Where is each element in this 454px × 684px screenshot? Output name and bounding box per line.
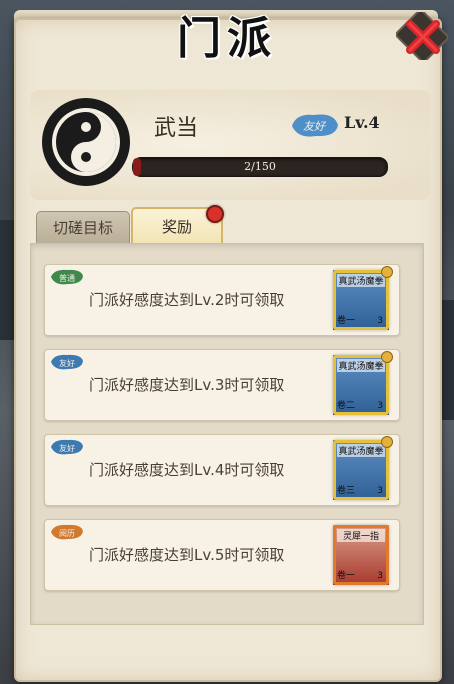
item-volume: 卷一	[337, 571, 356, 581]
svg-text:普通: 普通	[59, 273, 75, 283]
reward-condition: 门派好感度达到Lv.4时可领取	[89, 461, 285, 479]
reward-item[interactable]: 真武汤魔拳 卷二 3	[333, 351, 393, 415]
reward-tier-badge: 普通	[51, 269, 83, 285]
reward-condition: 门派好感度达到Lv.3时可领取	[89, 376, 285, 394]
reward-tier-badge: 阅历	[51, 524, 83, 540]
close-icon	[395, 9, 449, 63]
item-quantity: 3	[377, 316, 383, 326]
svg-text:友好: 友好	[59, 443, 75, 453]
svg-text:友好: 友好	[59, 358, 75, 368]
item-name: 真武汤魔拳	[337, 444, 385, 457]
favor-progress-bar: 2/150	[132, 157, 388, 177]
reward-condition: 门派好感度达到Lv.2时可领取	[89, 291, 285, 309]
item-quantity: 3	[377, 571, 383, 581]
item-quantity: 3	[377, 486, 383, 496]
relation-badge-text: 友好	[303, 120, 327, 133]
notification-dot	[206, 205, 224, 223]
item-name: 灵犀一指	[337, 529, 385, 542]
sect-name: 武当	[154, 116, 199, 141]
item-corner-dot	[381, 351, 393, 363]
reward-row: 友好 门派好感度达到Lv.3时可领取 真武汤魔拳 卷二 3	[44, 349, 400, 421]
taiji-emblem-icon	[40, 96, 132, 188]
item-quantity: 3	[377, 401, 383, 411]
svg-text:阅历: 阅历	[59, 529, 75, 538]
page-title: 门派	[177, 13, 277, 64]
item-name: 真武汤魔拳	[337, 359, 385, 372]
item-corner-dot	[381, 266, 393, 278]
reward-tier-badge: 友好	[51, 439, 83, 455]
relation-badge: 友好	[288, 110, 342, 140]
reward-condition: 门派好感度达到Lv.5时可领取	[89, 546, 285, 564]
reward-row: 阅历 门派好感度达到Lv.5时可领取 灵犀一指 卷一 3	[44, 519, 400, 591]
reward-item[interactable]: 灵犀一指 卷一 3	[333, 525, 389, 585]
tab-spar-target[interactable]: 切磋目标	[36, 211, 130, 245]
reward-item[interactable]: 真武汤魔拳 卷一 3	[333, 266, 393, 330]
sect-level: Lv.4	[344, 113, 380, 132]
item-volume: 卷二	[337, 401, 356, 411]
reward-row: 普通 门派好感度达到Lv.2时可领取 真武汤魔拳 卷一 3	[44, 264, 400, 336]
reward-row: 友好 门派好感度达到Lv.4时可领取 真武汤魔拳 卷三 3	[44, 434, 400, 506]
item-name: 真武汤魔拳	[337, 274, 385, 287]
item-volume: 卷三	[337, 486, 356, 496]
reward-tier-badge: 友好	[51, 354, 83, 370]
item-volume: 卷一	[337, 316, 356, 326]
favor-progress-text: 2/150	[244, 160, 276, 173]
item-corner-dot	[381, 436, 393, 448]
close-button[interactable]	[395, 9, 449, 63]
reward-item[interactable]: 真武汤魔拳 卷三 3	[333, 436, 393, 500]
